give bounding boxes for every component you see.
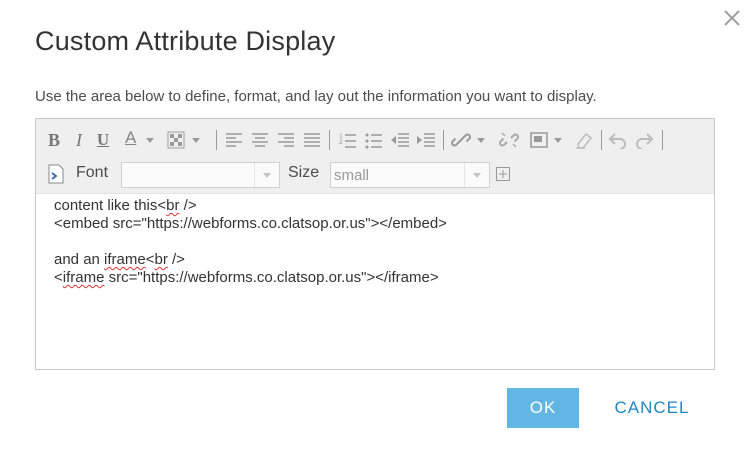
justify-icon: [304, 133, 320, 147]
spellcheck-word: iframe: [62, 269, 105, 286]
chevron-down-icon: [254, 163, 279, 187]
chevron-down-icon: [464, 163, 489, 187]
size-select[interactable]: small: [330, 162, 490, 188]
redo-button[interactable]: [632, 128, 656, 152]
justify-button[interactable]: [300, 128, 324, 152]
bold-button[interactable]: B: [46, 128, 62, 152]
insert-image-icon: [530, 132, 548, 148]
unordered-list-icon: [365, 133, 382, 149]
font-select[interactable]: [121, 162, 280, 188]
toolbar-divider: [601, 130, 602, 150]
link-icon: [451, 133, 471, 147]
font-color-button[interactable]: A: [120, 128, 156, 152]
indent-button[interactable]: [414, 128, 438, 152]
align-center-button[interactable]: [248, 128, 272, 152]
content-line: content like this<br />: [54, 197, 197, 214]
dialog-instructions: Use the area below to define, format, an…: [35, 88, 597, 105]
toolbar-divider: [662, 130, 663, 150]
fullscreen-button[interactable]: [494, 162, 512, 186]
font-color-icon: A: [122, 128, 140, 151]
align-right-button[interactable]: [274, 128, 298, 152]
link-button[interactable]: [448, 128, 488, 152]
unordered-list-button[interactable]: [362, 128, 386, 152]
align-right-icon: [278, 133, 294, 147]
custom-attribute-dialog: Custom Attribute Display Use the area be…: [0, 0, 753, 449]
content-line: [54, 233, 704, 251]
unlink-button[interactable]: [496, 128, 522, 152]
font-color-letter: A: [125, 128, 137, 147]
outdent-button[interactable]: [388, 128, 412, 152]
toolbar-divider: [216, 130, 217, 150]
undo-icon: [608, 133, 626, 149]
align-left-button[interactable]: [222, 128, 246, 152]
chevron-down-icon: [146, 137, 154, 143]
font-label: Font: [76, 164, 109, 181]
close-icon[interactable]: [720, 6, 744, 30]
ordered-list-button[interactable]: 1 2: [336, 128, 360, 152]
ordered-list-icon: 1 2: [339, 133, 356, 148]
content-line: and an iframe<br />: [54, 251, 185, 268]
editor-content[interactable]: content like this<br /> <embed src="http…: [54, 197, 704, 287]
spellcheck-word: br: [154, 251, 168, 268]
chevron-down-icon: [554, 137, 562, 143]
chevron-down-icon: [192, 137, 200, 143]
indent-icon: [417, 133, 435, 147]
italic-button[interactable]: I: [72, 128, 86, 152]
view-source-button[interactable]: [46, 162, 66, 186]
redo-icon: [636, 133, 654, 149]
undo-button[interactable]: [606, 128, 630, 152]
align-center-icon: [252, 133, 268, 147]
rich-text-editor: B I U A 1 2 Font Size small content like…: [35, 118, 715, 370]
svg-text:2: 2: [339, 139, 343, 146]
cancel-button[interactable]: CANCEL: [603, 388, 701, 428]
unlink-icon: [499, 132, 519, 148]
clear-format-button[interactable]: [572, 128, 596, 152]
content-line: <embed src="https://webforms.co.clatsop.…: [54, 215, 447, 232]
size-label: Size: [288, 164, 320, 181]
view-source-icon: [48, 164, 64, 184]
highlight-color-button[interactable]: [162, 128, 204, 152]
spellcheck-word: br: [166, 197, 180, 214]
clear-format-icon: [576, 132, 593, 149]
underline-button[interactable]: U: [94, 128, 112, 152]
chevron-down-icon: [477, 137, 485, 143]
ok-button[interactable]: OK: [507, 388, 579, 428]
editor-toolbar: B I U A 1 2 Font Size small: [36, 119, 714, 194]
size-select-value: small: [334, 167, 370, 184]
outdent-icon: [391, 133, 409, 147]
fullscreen-icon: [496, 167, 510, 181]
dialog-title: Custom Attribute Display: [35, 26, 336, 56]
toolbar-divider: [329, 130, 330, 150]
align-left-icon: [226, 133, 242, 147]
toolbar-divider: [443, 130, 444, 150]
spellcheck-word: iframe: [104, 251, 146, 268]
content-line: <iframe src="https://webforms.co.clatsop…: [54, 269, 439, 286]
insert-image-button[interactable]: [526, 128, 566, 152]
highlight-color-icon: [167, 131, 185, 149]
